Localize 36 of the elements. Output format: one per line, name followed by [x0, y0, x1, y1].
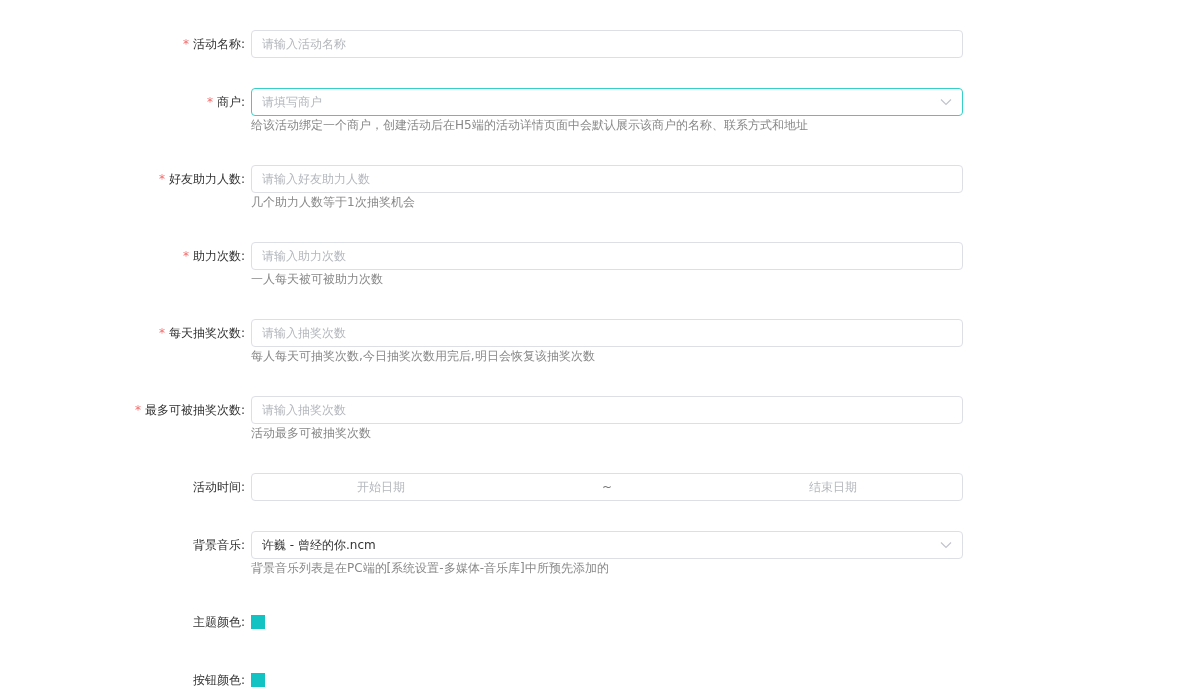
required-asterisk: * [206, 94, 213, 111]
field-label: 好友助力人数: [168, 171, 245, 188]
field-label: 主题颜色: [192, 614, 245, 631]
field-label: 按钮颜色: [192, 672, 245, 689]
chevron-down-icon [940, 541, 952, 549]
help-text: 一人每天被可被助力次数 [251, 271, 384, 288]
color-swatch[interactable] [251, 673, 265, 687]
field-label: 活动名称: [192, 36, 245, 53]
text-input-field[interactable]: 请输入抽奖次数 [251, 396, 963, 424]
required-asterisk: * [134, 402, 141, 419]
text-input-field[interactable]: 请输入抽奖次数 [251, 319, 963, 347]
field-label: 背景音乐: [192, 537, 245, 554]
field-label: 活动时间: [192, 479, 245, 496]
start-date-placeholder: 开始日期 [356, 478, 405, 496]
help-text: 几个助力人数等于1次抽奖机会 [251, 194, 416, 211]
range-separator: ~ [601, 480, 613, 494]
text-input-field[interactable]: 请输入活动名称 [251, 30, 963, 58]
help-text: 活动最多可被抽奖次数 [251, 425, 372, 442]
required-asterisk: * [158, 325, 165, 342]
field-label: 最多可被抽奖次数: [144, 402, 245, 419]
chevron-down-icon [940, 98, 952, 106]
end-date-placeholder: 结束日期 [809, 478, 858, 496]
color-swatch[interactable] [251, 615, 265, 629]
required-asterisk: * [182, 248, 189, 265]
select-field[interactable]: 许巍 - 曾经的你.ncm [251, 531, 963, 559]
help-text: 背景音乐列表是在PC端的[系统设置-多媒体-音乐库]中所预先添加的 [251, 560, 610, 577]
field-label: 每天抽奖次数: [168, 325, 245, 342]
required-asterisk: * [182, 36, 189, 53]
text-input-field[interactable]: 请输入好友助力人数 [251, 165, 963, 193]
field-label: 商户: [216, 94, 245, 111]
text-input-field[interactable]: 请输入助力次数 [251, 242, 963, 270]
help-text: 给该活动绑定一个商户，创建活动后在H5端的活动详情页面中会默认展示该商户的名称、联系方式和地址 [251, 117, 809, 134]
required-asterisk: * [158, 171, 165, 188]
help-text: 每人每天可抽奖次数,今日抽奖次数用完后,明日会恢复该抽奖次数 [251, 348, 596, 365]
date-range-field[interactable]: 开始日期 ~ 结束日期 [251, 473, 963, 501]
field-label: 助力次数: [192, 248, 245, 265]
